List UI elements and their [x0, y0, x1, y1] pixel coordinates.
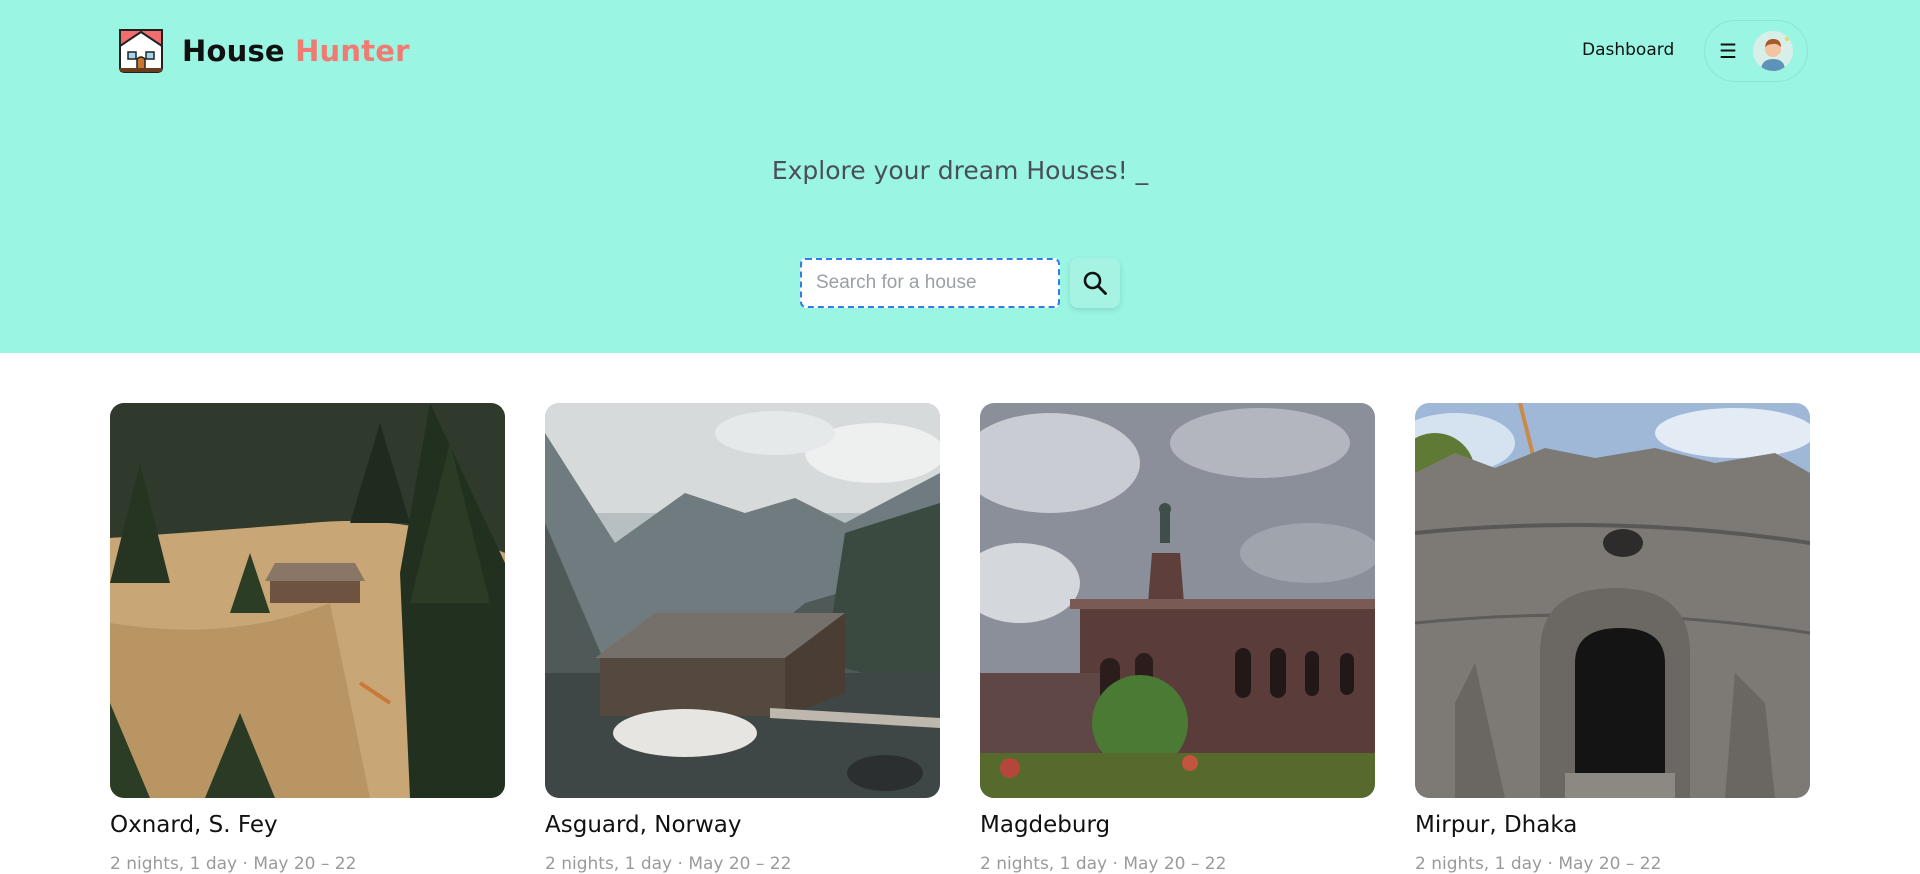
logo[interactable]: House Hunter — [118, 28, 410, 74]
listing-title: Mirpur, Dhaka — [1415, 812, 1578, 838]
listing-subtitle: 2 nights, 1 day · May 20 – 22 — [980, 854, 1227, 874]
listing-subtitle: 2 nights, 1 day · May 20 – 22 — [1415, 854, 1662, 874]
avatar — [1752, 31, 1793, 71]
listing-title: Oxnard, S. Fey — [110, 812, 278, 838]
hero-section: House Hunter Dashboard ☰ Explore your dr… — [0, 0, 1920, 353]
listing-card[interactable]: Asguard, Norway 2 nights, 1 day · May 20… — [545, 403, 940, 874]
listing-card[interactable]: Magdeburg 2 nights, 1 day · May 20 – 22 — [980, 403, 1375, 874]
house-logo-icon — [119, 29, 163, 73]
listing-title: Asguard, Norway — [545, 812, 742, 838]
search-bar — [800, 258, 1120, 308]
hero-tagline: Explore your dream Houses! _ — [771, 156, 1149, 185]
hamburger-icon: ☰ — [1719, 40, 1737, 63]
stone-grotto-image — [1415, 403, 1810, 798]
listing-card[interactable]: Oxnard, S. Fey 2 nights, 1 day · May 20 … — [110, 403, 505, 874]
user-avatar-icon — [1752, 31, 1793, 71]
listing-image — [545, 403, 940, 798]
listing-title: Magdeburg — [980, 812, 1111, 838]
listing-subtitle: 2 nights, 1 day · May 20 – 22 — [545, 854, 792, 874]
search-icon — [1083, 271, 1107, 295]
brand-accent: Hunter — [295, 34, 410, 68]
listing-image — [1415, 403, 1810, 798]
search-button[interactable] — [1070, 258, 1120, 308]
dashboard-link[interactable]: Dashboard — [1582, 40, 1674, 60]
search-input[interactable] — [800, 258, 1060, 308]
mountain-cabin-image — [110, 403, 505, 798]
brand-name: House Hunter — [182, 34, 410, 68]
listing-card[interactable]: Mirpur, Dhaka 2 nights, 1 day · May 20 –… — [1415, 403, 1810, 874]
lake-boathouse-image — [545, 403, 940, 798]
listing-grid: Oxnard, S. Fey 2 nights, 1 day · May 20 … — [110, 403, 1810, 874]
listing-image — [980, 403, 1375, 798]
listing-subtitle: 2 nights, 1 day · May 20 – 22 — [110, 854, 357, 874]
brand-main: House — [182, 34, 285, 68]
user-menu-button[interactable]: ☰ — [1704, 20, 1808, 82]
monument-building-image — [980, 403, 1375, 798]
listing-image — [110, 403, 505, 798]
